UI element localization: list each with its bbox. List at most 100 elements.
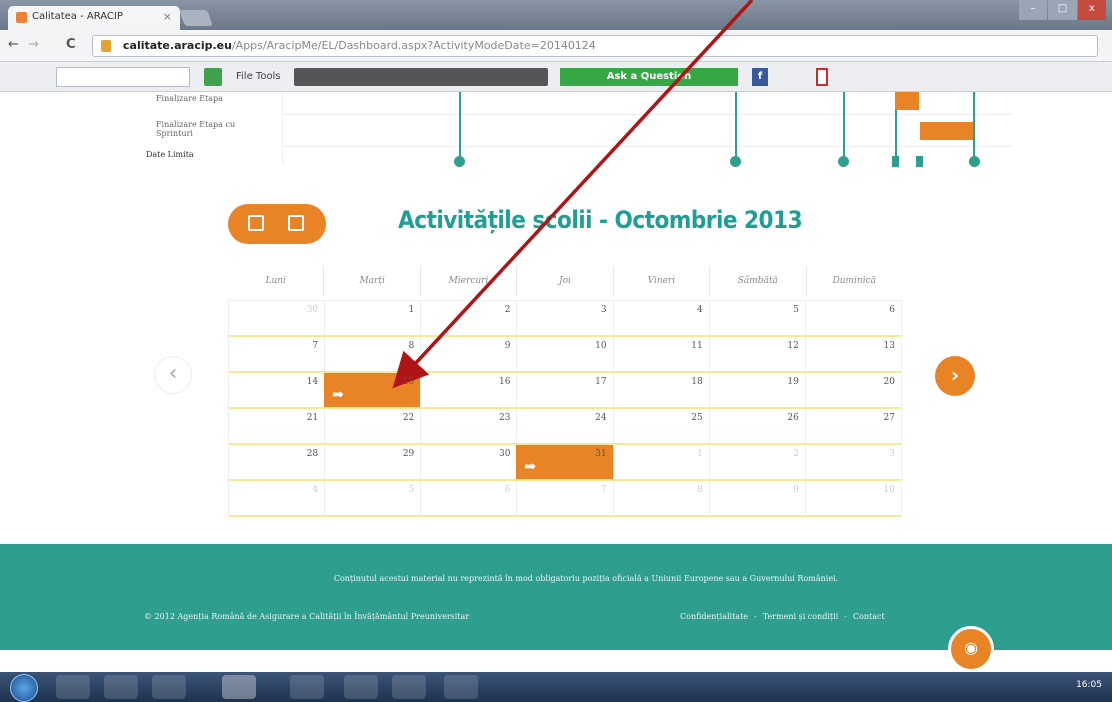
day-number: 7 <box>312 341 319 351</box>
calendar-day-cell[interactable]: 9 <box>420 337 516 371</box>
new-tab-button[interactable] <box>179 10 213 26</box>
weekday-label: Sâmbătă <box>709 266 805 296</box>
contact-link[interactable]: Contact <box>853 612 885 621</box>
calendar-grid: 30 1 2 3 4 5 6 7 8 9 10 11 12 13 14 ➡ 15 16 17 18 19 20 21 22 23… <box>228 300 902 517</box>
calendar-day-cell[interactable]: 9 <box>708 481 805 515</box>
file-tools-menu[interactable]: File Tools <box>236 68 281 86</box>
pdf-icon[interactable] <box>816 68 828 86</box>
toolbar-search-input[interactable] <box>56 67 190 87</box>
calendar-day-cell[interactable]: 17 <box>516 373 612 407</box>
explorer-icon[interactable] <box>104 675 138 699</box>
day-number: 24 <box>595 413 607 423</box>
calendar-day-cell[interactable]: 5 <box>708 301 805 335</box>
calendar-day-cell[interactable]: 2 <box>420 301 516 335</box>
calendar-day-cell[interactable]: 30 <box>229 301 324 335</box>
calendar-day-cell[interactable]: 8 <box>324 337 420 371</box>
forward-button[interactable]: → <box>28 37 39 52</box>
timeline-marker-dot[interactable] <box>969 156 980 167</box>
calendar-day-cell[interactable]: 24 <box>516 409 612 443</box>
timeline-bar[interactable] <box>895 92 919 110</box>
media-icon[interactable] <box>152 675 186 699</box>
calendar-day-cell[interactable]: 26 <box>708 409 805 443</box>
calendar-day-cell[interactable]: 8 <box>612 481 709 515</box>
chrome-icon[interactable] <box>222 675 256 699</box>
calendar-day-cell[interactable]: 13 <box>804 337 901 371</box>
app-icon[interactable] <box>392 675 426 699</box>
day-number: 12 <box>787 341 799 351</box>
calendar-icon[interactable] <box>288 215 304 231</box>
calendar-day-cell[interactable]: 4 <box>612 301 709 335</box>
timeline-marker-dot[interactable] <box>838 156 849 167</box>
day-number: 21 <box>306 413 319 423</box>
calendar-day-cell[interactable]: ➡ 15 <box>324 373 422 407</box>
minimize-button[interactable]: – <box>1019 0 1048 20</box>
weekday-label: Miercuri <box>419 266 516 296</box>
start-button[interactable] <box>10 674 38 702</box>
calendar-day-cell[interactable]: 3 <box>804 445 901 479</box>
document-icon[interactable] <box>444 675 478 699</box>
calendar-day-cell[interactable]: 10 <box>804 481 901 515</box>
calendar-day-cell[interactable]: 14 <box>229 373 324 407</box>
day-number: 26 <box>787 413 799 423</box>
calendar-day-cell[interactable]: 1 <box>324 301 420 335</box>
next-month-button[interactable]: › <box>935 356 975 396</box>
day-number: 17 <box>595 377 607 387</box>
calendar-day-cell[interactable]: 4 <box>229 481 324 515</box>
calendar-day-cell[interactable]: 18 <box>612 373 709 407</box>
calendar-day-cell[interactable]: 6 <box>420 481 516 515</box>
ask-question-button[interactable]: Ask a Question <box>560 68 738 86</box>
toolbar-search-box[interactable] <box>294 68 548 86</box>
calendar-day-cell[interactable]: 7 <box>516 481 612 515</box>
timeline-bar[interactable] <box>920 122 974 140</box>
calendar-day-cell[interactable]: 30 <box>420 445 516 479</box>
calendar-day-cell[interactable]: 23 <box>420 409 516 443</box>
reload-button[interactable]: C <box>66 37 76 52</box>
day-number: 10 <box>595 341 607 351</box>
calendar-day-cell[interactable]: 3 <box>516 301 612 335</box>
calendar-day-cell[interactable]: ➡ 31 <box>516 445 614 479</box>
calendar-day-cell[interactable]: 19 <box>708 373 805 407</box>
address-bar[interactable]: calitate.aracip.eu/Apps/AracipMe/EL/Dash… <box>92 35 1098 57</box>
close-tab-icon[interactable]: × <box>163 10 172 23</box>
calendar-day-cell[interactable]: 21 <box>229 409 324 443</box>
terms-link[interactable]: Termeni și condiții <box>763 612 839 621</box>
timeline-marker-square[interactable] <box>916 156 923 167</box>
calendar-day-cell[interactable]: 12 <box>708 337 805 371</box>
tab-title: Calitatea - ARACIP <box>32 11 123 22</box>
month-grid-icon[interactable] <box>248 215 264 231</box>
back-button[interactable]: ← <box>8 37 19 52</box>
ie-icon[interactable] <box>56 675 90 699</box>
previous-month-button[interactable]: ‹ <box>154 356 192 394</box>
calendar-day-cell[interactable]: 10 <box>516 337 612 371</box>
calendar-day-cell[interactable]: 25 <box>612 409 709 443</box>
system-tray-clock[interactable]: 16:05 <box>1076 680 1102 690</box>
eye-icon[interactable]: ◉ <box>948 626 994 672</box>
close-window-button[interactable]: x <box>1077 0 1106 20</box>
app-icon[interactable] <box>344 675 378 699</box>
privacy-link[interactable]: Confidențialitate <box>680 612 748 621</box>
calendar-day-cell[interactable]: 27 <box>804 409 901 443</box>
calendar-day-cell[interactable]: 11 <box>612 337 709 371</box>
toolbar-green-icon[interactable] <box>204 68 222 86</box>
timeline-marker-square[interactable] <box>892 156 899 167</box>
calendar-day-cell[interactable]: 20 <box>804 373 901 407</box>
facebook-icon[interactable]: f <box>752 68 768 86</box>
maximize-button[interactable]: □ <box>1048 0 1077 20</box>
timeline-marker-dot[interactable] <box>454 156 465 167</box>
calendar-week-row: 14 ➡ 15 16 17 18 19 20 <box>229 373 901 409</box>
timeline-marker-dot[interactable] <box>730 156 741 167</box>
calendar-day-cell[interactable]: 29 <box>324 445 420 479</box>
firefox-icon[interactable] <box>290 675 324 699</box>
calendar-day-cell[interactable]: 6 <box>804 301 901 335</box>
calendar-day-cell[interactable]: 16 <box>420 373 516 407</box>
calendar-day-cell[interactable]: 2 <box>708 445 805 479</box>
calendar-day-cell[interactable]: 22 <box>324 409 420 443</box>
day-number: 30 <box>306 305 319 315</box>
calendar-day-cell[interactable]: 7 <box>229 337 324 371</box>
calendar-day-cell[interactable]: 28 <box>229 445 324 479</box>
day-number: 7 <box>600 485 607 495</box>
browser-tab[interactable]: Calitatea - ARACIP × <box>8 6 180 30</box>
calendar-day-cell[interactable]: 5 <box>324 481 420 515</box>
calendar-day-cell[interactable]: 1 <box>612 445 709 479</box>
calendar-view-toggle[interactable] <box>228 204 326 244</box>
